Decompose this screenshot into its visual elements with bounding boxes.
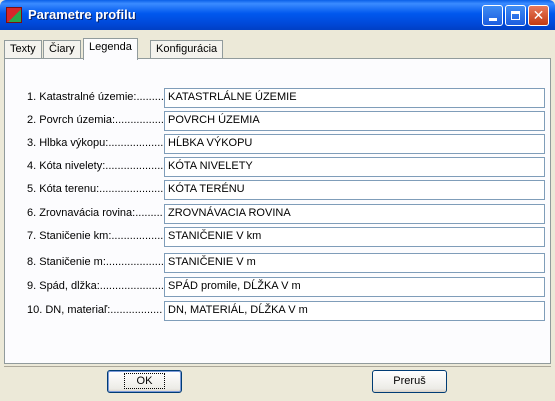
title-bar[interactable]: Parametre profilu ✕ xyxy=(0,0,555,30)
tab-konfiguracia[interactable]: Konfigurácia xyxy=(150,40,224,58)
text-field[interactable]: KÓTA TERÉNU xyxy=(164,180,545,200)
legend-row: 1. Katastralné územie:......... KATASTRL… xyxy=(27,88,547,109)
tab-ciary[interactable]: Čiary xyxy=(43,40,81,58)
row-label: 3. Hĺbka výkopu:................... xyxy=(27,137,163,149)
legend-row: 2. Povrch územia:..................... P… xyxy=(27,111,547,132)
text-field[interactable]: KATASTRLÁLNE ÚZEMIE xyxy=(164,88,545,108)
row-label: 4. Kóta nivelety:.................... xyxy=(27,160,163,172)
row-label: 2. Povrch územia:..................... xyxy=(27,114,163,126)
row-label: 9. Spád, dĺžka:........................ xyxy=(27,280,163,292)
maximize-button[interactable] xyxy=(505,5,526,26)
row-label: 8. Staničenie m:..................... xyxy=(27,256,163,268)
maximize-icon xyxy=(511,11,520,20)
text-field[interactable]: DN, MATERIÁL, DĹŽKA V m xyxy=(164,301,545,321)
text-field[interactable]: STANIČENIE V m xyxy=(164,253,545,273)
row-label: 1. Katastralné územie:......... xyxy=(27,91,163,103)
legend-row: 10. DN, materiaľ:................... DN,… xyxy=(27,301,547,322)
row-label: 10. DN, materiaľ:................... xyxy=(27,304,163,316)
minimize-button[interactable] xyxy=(482,5,503,26)
legend-row: 4. Kóta nivelety:.................... KÓ… xyxy=(27,157,547,178)
legend-row: 7. Staničenie km:.................. STAN… xyxy=(27,227,547,248)
window-title: Parametre profilu xyxy=(28,7,136,22)
profile-app-icon xyxy=(6,7,22,23)
legend-row: 9. Spád, dĺžka:........................ … xyxy=(27,277,547,298)
tab-texty[interactable]: Texty xyxy=(4,40,42,58)
legend-panel: 1. Katastralné územie:......... KATASTRL… xyxy=(4,58,551,364)
text-field[interactable]: KÓTA NIVELETY xyxy=(164,157,545,177)
dialog-window: Parametre profilu ✕ Texty Čiary Legenda … xyxy=(0,0,555,401)
text-field[interactable]: HĹBKA VÝKOPU xyxy=(164,134,545,154)
ok-button[interactable]: OK xyxy=(107,370,182,393)
row-label: 7. Staničenie km:.................. xyxy=(27,230,163,242)
legend-row: 6. Zrovnavácia rovina:.......... ZROVNÁV… xyxy=(27,204,547,225)
close-button[interactable]: ✕ xyxy=(528,5,549,26)
text-field[interactable]: POVRCH ÚZEMIA xyxy=(164,111,545,131)
row-label: 6. Zrovnavácia rovina:.......... xyxy=(27,207,163,219)
cancel-button[interactable]: Preruš xyxy=(372,370,447,393)
legend-row: 5. Kóta terenu:........................ … xyxy=(27,180,547,201)
close-icon: ✕ xyxy=(532,7,545,24)
footer-divider xyxy=(4,366,551,367)
text-field[interactable]: SPÁD promile, DĹŽKA V m xyxy=(164,277,545,297)
cancel-button-label: Preruš xyxy=(393,375,426,387)
ok-button-label: OK xyxy=(123,373,166,389)
text-field[interactable]: STANIČENIE V km xyxy=(164,227,545,247)
legend-row: 8. Staničenie m:..................... ST… xyxy=(27,253,547,274)
text-field[interactable]: ZROVNÁVACIA ROVINA xyxy=(164,204,545,224)
minimize-icon xyxy=(488,18,497,21)
row-label: 5. Kóta terenu:........................ xyxy=(27,183,163,195)
tab-legenda[interactable]: Legenda xyxy=(83,38,138,60)
legend-row: 3. Hĺbka výkopu:................... HĹBK… xyxy=(27,134,547,155)
